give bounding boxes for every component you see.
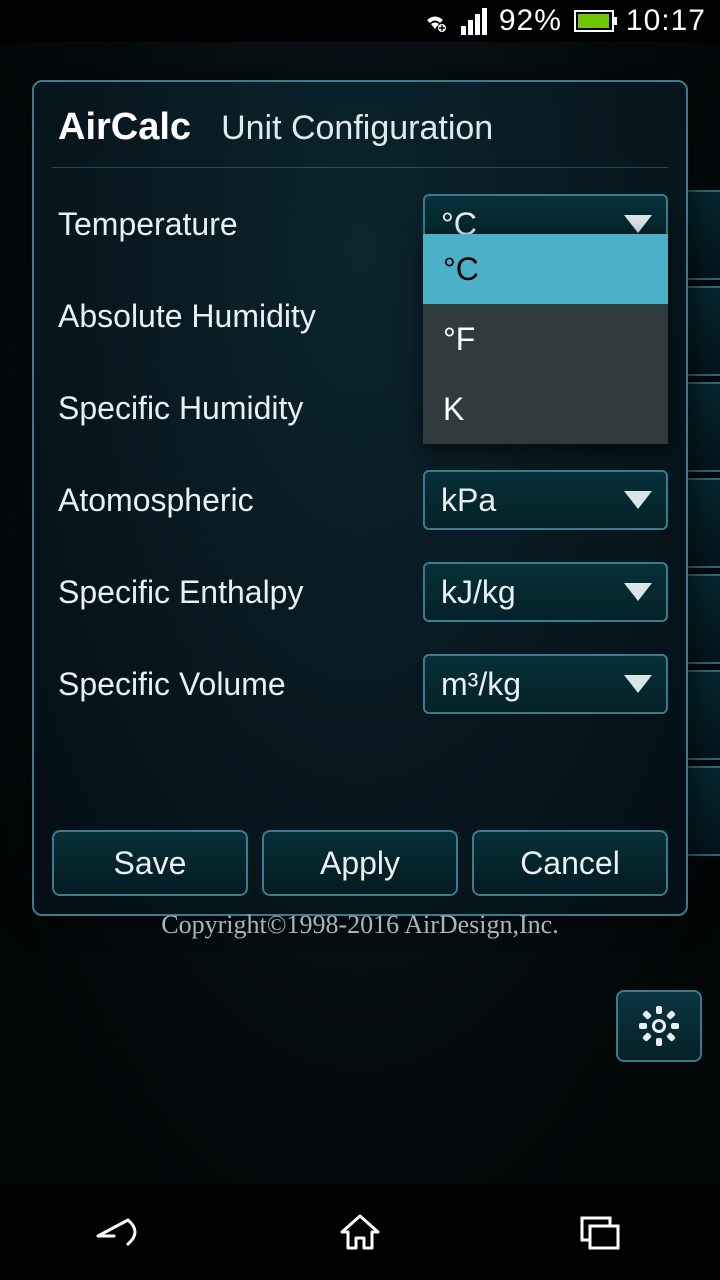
specific-volume-select[interactable]: m³/kg: [423, 654, 668, 714]
home-button[interactable]: [270, 1202, 450, 1262]
dropdown-option-kelvin[interactable]: K: [423, 374, 668, 444]
dialog-buttons: Save Apply Cancel: [52, 830, 668, 896]
apply-button[interactable]: Apply: [262, 830, 458, 896]
select-value: kPa: [441, 482, 496, 519]
settings-button[interactable]: [616, 990, 702, 1062]
row-label: Specific Volume: [52, 666, 286, 703]
dropdown-option-celsius[interactable]: °C: [423, 234, 668, 304]
row-atmospheric: Atomospheric kPa: [52, 454, 668, 546]
row-label: Specific Humidity: [52, 390, 303, 427]
copyright-text: Copyright©1998-2016 AirDesign,Inc.: [0, 910, 720, 940]
statusbar: 92% 10:17: [0, 0, 720, 42]
battery-icon: [574, 10, 614, 32]
atmospheric-select[interactable]: kPa: [423, 470, 668, 530]
caret-down-icon: [624, 675, 652, 693]
row-label: Temperature: [52, 206, 238, 243]
row-label: Specific Enthalpy: [52, 574, 303, 611]
row-label: Atomospheric: [52, 482, 254, 519]
unit-config-dialog: AirCalc Unit Configuration Temperature °…: [32, 80, 688, 916]
caret-down-icon: [624, 215, 652, 233]
clock: 10:17: [626, 4, 706, 38]
gear-icon: [639, 1006, 679, 1046]
cancel-button[interactable]: Cancel: [472, 830, 668, 896]
select-value: kJ/kg: [441, 574, 516, 611]
dialog-title: Unit Configuration: [221, 109, 493, 148]
battery-percent: 92%: [499, 4, 562, 38]
home-icon: [338, 1212, 382, 1252]
dropdown-option-fahrenheit[interactable]: °F: [423, 304, 668, 374]
back-icon: [90, 1212, 150, 1252]
save-button[interactable]: Save: [52, 830, 248, 896]
row-specific-enthalpy: Specific Enthalpy kJ/kg: [52, 546, 668, 638]
dialog-header: AirCalc Unit Configuration: [52, 106, 668, 168]
caret-down-icon: [624, 491, 652, 509]
row-specific-volume: Specific Volume m³/kg: [52, 638, 668, 730]
android-navbar: [0, 1184, 720, 1280]
temperature-dropdown[interactable]: °C °F K: [423, 234, 668, 444]
back-button[interactable]: [30, 1202, 210, 1262]
specific-enthalpy-select[interactable]: kJ/kg: [423, 562, 668, 622]
signal-icon: [461, 8, 487, 35]
recent-apps-icon: [576, 1212, 624, 1252]
row-label: Absolute Humidity: [52, 298, 316, 335]
select-value: m³/kg: [441, 666, 521, 703]
caret-down-icon: [624, 583, 652, 601]
wifi-icon: [421, 9, 449, 33]
recent-apps-button[interactable]: [510, 1202, 690, 1262]
app-name: AirCalc: [58, 106, 191, 149]
